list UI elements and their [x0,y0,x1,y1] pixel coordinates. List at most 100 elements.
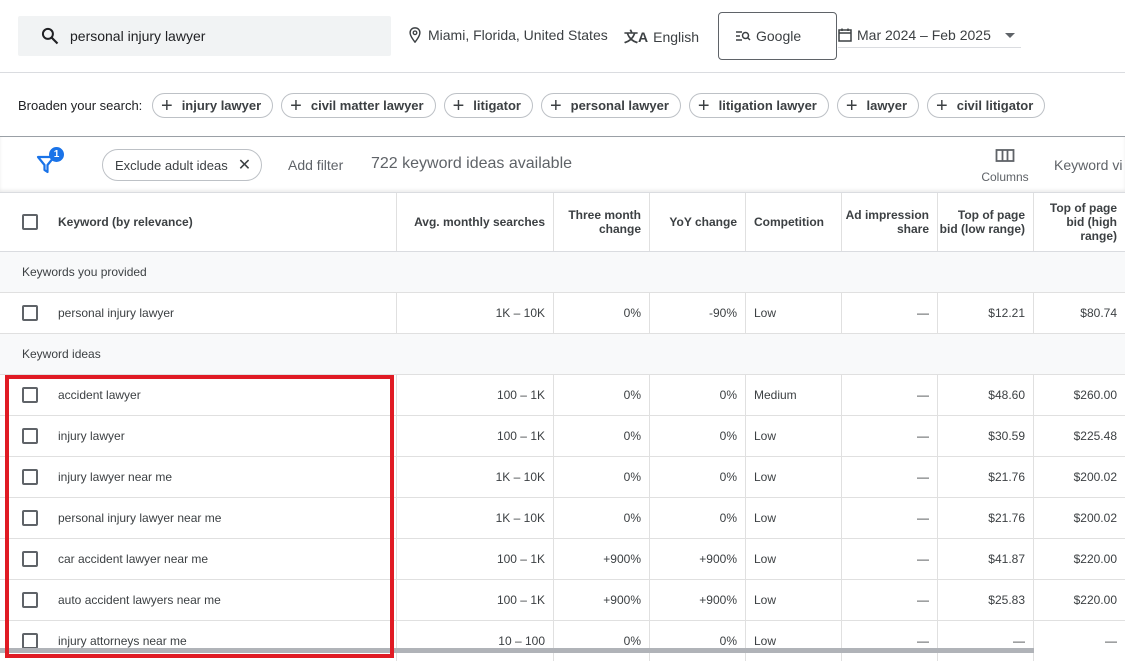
top-bar: personal injury lawyer Miami, Florida, U… [0,0,1125,73]
chevron-down-icon [1005,33,1015,38]
avg-cell: 100 – 1K [396,416,553,456]
select-all-cell [0,193,58,251]
search-network-icon [736,31,751,41]
avg-cell: 100 – 1K [396,539,553,579]
search-box[interactable]: personal injury lawyer [18,16,391,56]
columns-label: Columns [981,170,1029,184]
broaden-chip[interactable]: + litigator [443,93,533,118]
broaden-chip[interactable]: + civil matter lawyer [281,93,436,118]
header-avg-searches[interactable]: Avg. monthly searches [396,193,553,251]
search-input[interactable]: personal injury lawyer [70,28,205,44]
calendar-icon [838,28,852,42]
header-bid-high[interactable]: Top of page bid (high range) [1033,193,1125,251]
exclude-adult-chip[interactable]: Exclude adult ideas ✕ [102,149,263,181]
ad-share-cell: — [841,498,937,538]
yoy-cell: -90% [649,293,745,333]
competition-cell: Low [745,416,841,456]
broaden-label: Broaden your search: [18,98,143,113]
table-row: personal injury lawyer 1K – 10K 0% -90% … [0,293,1125,334]
bid-high-cell: $220.00 [1033,539,1125,579]
header-keyword[interactable]: Keyword (by relevance) [58,193,396,251]
date-range-selector[interactable]: Mar 2024 – Feb 2025 [838,22,1021,48]
ad-share-cell: — [841,580,937,620]
header-ad-share[interactable]: Ad impression share [841,193,937,251]
network-label: Google [756,28,802,44]
yoy-cell: +900% [649,539,745,579]
yoy-cell: 0% [649,375,745,415]
bid-high-cell: $260.00 [1033,375,1125,415]
yoy-cell: 0% [649,457,745,497]
language-label: English [653,29,700,45]
network-selector[interactable]: Google [718,12,837,60]
ad-share-cell: — [841,457,937,497]
group-header-ideas: Keyword ideas [0,334,1125,375]
ad-share-cell: — [841,621,937,661]
header-competition[interactable]: Competition [745,193,841,251]
header-yoy[interactable]: YoY change [649,193,745,251]
close-icon[interactable]: ✕ [238,155,251,175]
broaden-chip[interactable]: + personal lawyer [540,93,681,118]
competition-cell: Medium [745,375,841,415]
bid-high-cell: $225.48 [1033,416,1125,456]
competition-cell: Low [745,539,841,579]
date-range-label: Mar 2024 – Feb 2025 [857,26,991,43]
columns-button[interactable]: Columns [980,148,1030,184]
ad-share-cell: — [841,293,937,333]
location-label: Miami, Florida, United States [428,27,608,43]
chip-label: litigator [473,98,521,113]
competition-cell: Low [745,457,841,497]
yoy-cell: 0% [649,416,745,456]
chip-label: lawyer [866,98,908,113]
language-selector[interactable]: 文A English [624,27,699,47]
add-filter-button[interactable]: Add filter [288,157,343,173]
keyword-view-button[interactable]: Keyword vi [1054,157,1122,173]
columns-icon [995,149,1015,162]
row-checkbox[interactable] [22,305,38,321]
yoy-cell: 0% [649,498,745,538]
bid-high-cell: $220.00 [1033,580,1125,620]
chip-label: civil litigator [956,98,1034,113]
avg-cell: 10 – 100 [396,621,553,661]
plus-icon: + [549,94,562,117]
plus-icon: + [452,94,465,117]
broaden-chip[interactable]: + civil litigator [927,93,1046,118]
ad-share-cell: — [841,539,937,579]
avg-cell: 1K – 10K [396,457,553,497]
bid-low-cell: $21.76 [937,498,1033,538]
yoy-cell: +900% [649,580,745,620]
chip-label: civil matter lawyer [310,98,424,113]
location-selector[interactable]: Miami, Florida, United States [408,27,608,43]
header-three-month[interactable]: Three month change [553,193,649,251]
three-month-cell: 0% [553,498,649,538]
competition-cell: Low [745,293,841,333]
group-label: Keywords you provided [22,265,147,279]
select-all-checkbox[interactable] [22,214,38,230]
group-label: Keyword ideas [22,347,101,361]
avg-cell: 1K – 10K [396,498,553,538]
three-month-cell: +900% [553,539,649,579]
three-month-cell: +900% [553,580,649,620]
translate-icon: 文A [624,29,649,45]
competition-cell: Low [745,580,841,620]
table-header: Keyword (by relevance) Avg. monthly sear… [0,193,1125,252]
broaden-chip[interactable]: + lawyer [836,93,920,118]
bid-low-cell: $12.21 [937,293,1033,333]
bid-low-cell: $41.87 [937,539,1033,579]
filter-count-badge: 1 [49,147,64,162]
broaden-chip[interactable]: + injury lawyer [152,93,274,118]
competition-cell: Low [745,498,841,538]
bid-high-cell: $200.02 [1033,498,1125,538]
bid-low-cell: $21.76 [937,457,1033,497]
header-bid-low[interactable]: Top of page bid (low range) [937,193,1033,251]
chip-label: injury lawyer [181,98,262,113]
keyword-count: 722 keyword ideas available [371,155,573,172]
bid-low-cell: $25.83 [937,580,1033,620]
bid-low-cell: — [937,621,1033,661]
ad-share-cell: — [841,375,937,415]
avg-cell: 100 – 1K [396,580,553,620]
avg-cell: 1K – 10K [396,293,553,333]
plus-icon: + [697,94,710,117]
broaden-chip[interactable]: + litigation lawyer [688,93,829,118]
three-month-cell: 0% [553,293,649,333]
bid-high-cell: $80.74 [1033,293,1125,333]
